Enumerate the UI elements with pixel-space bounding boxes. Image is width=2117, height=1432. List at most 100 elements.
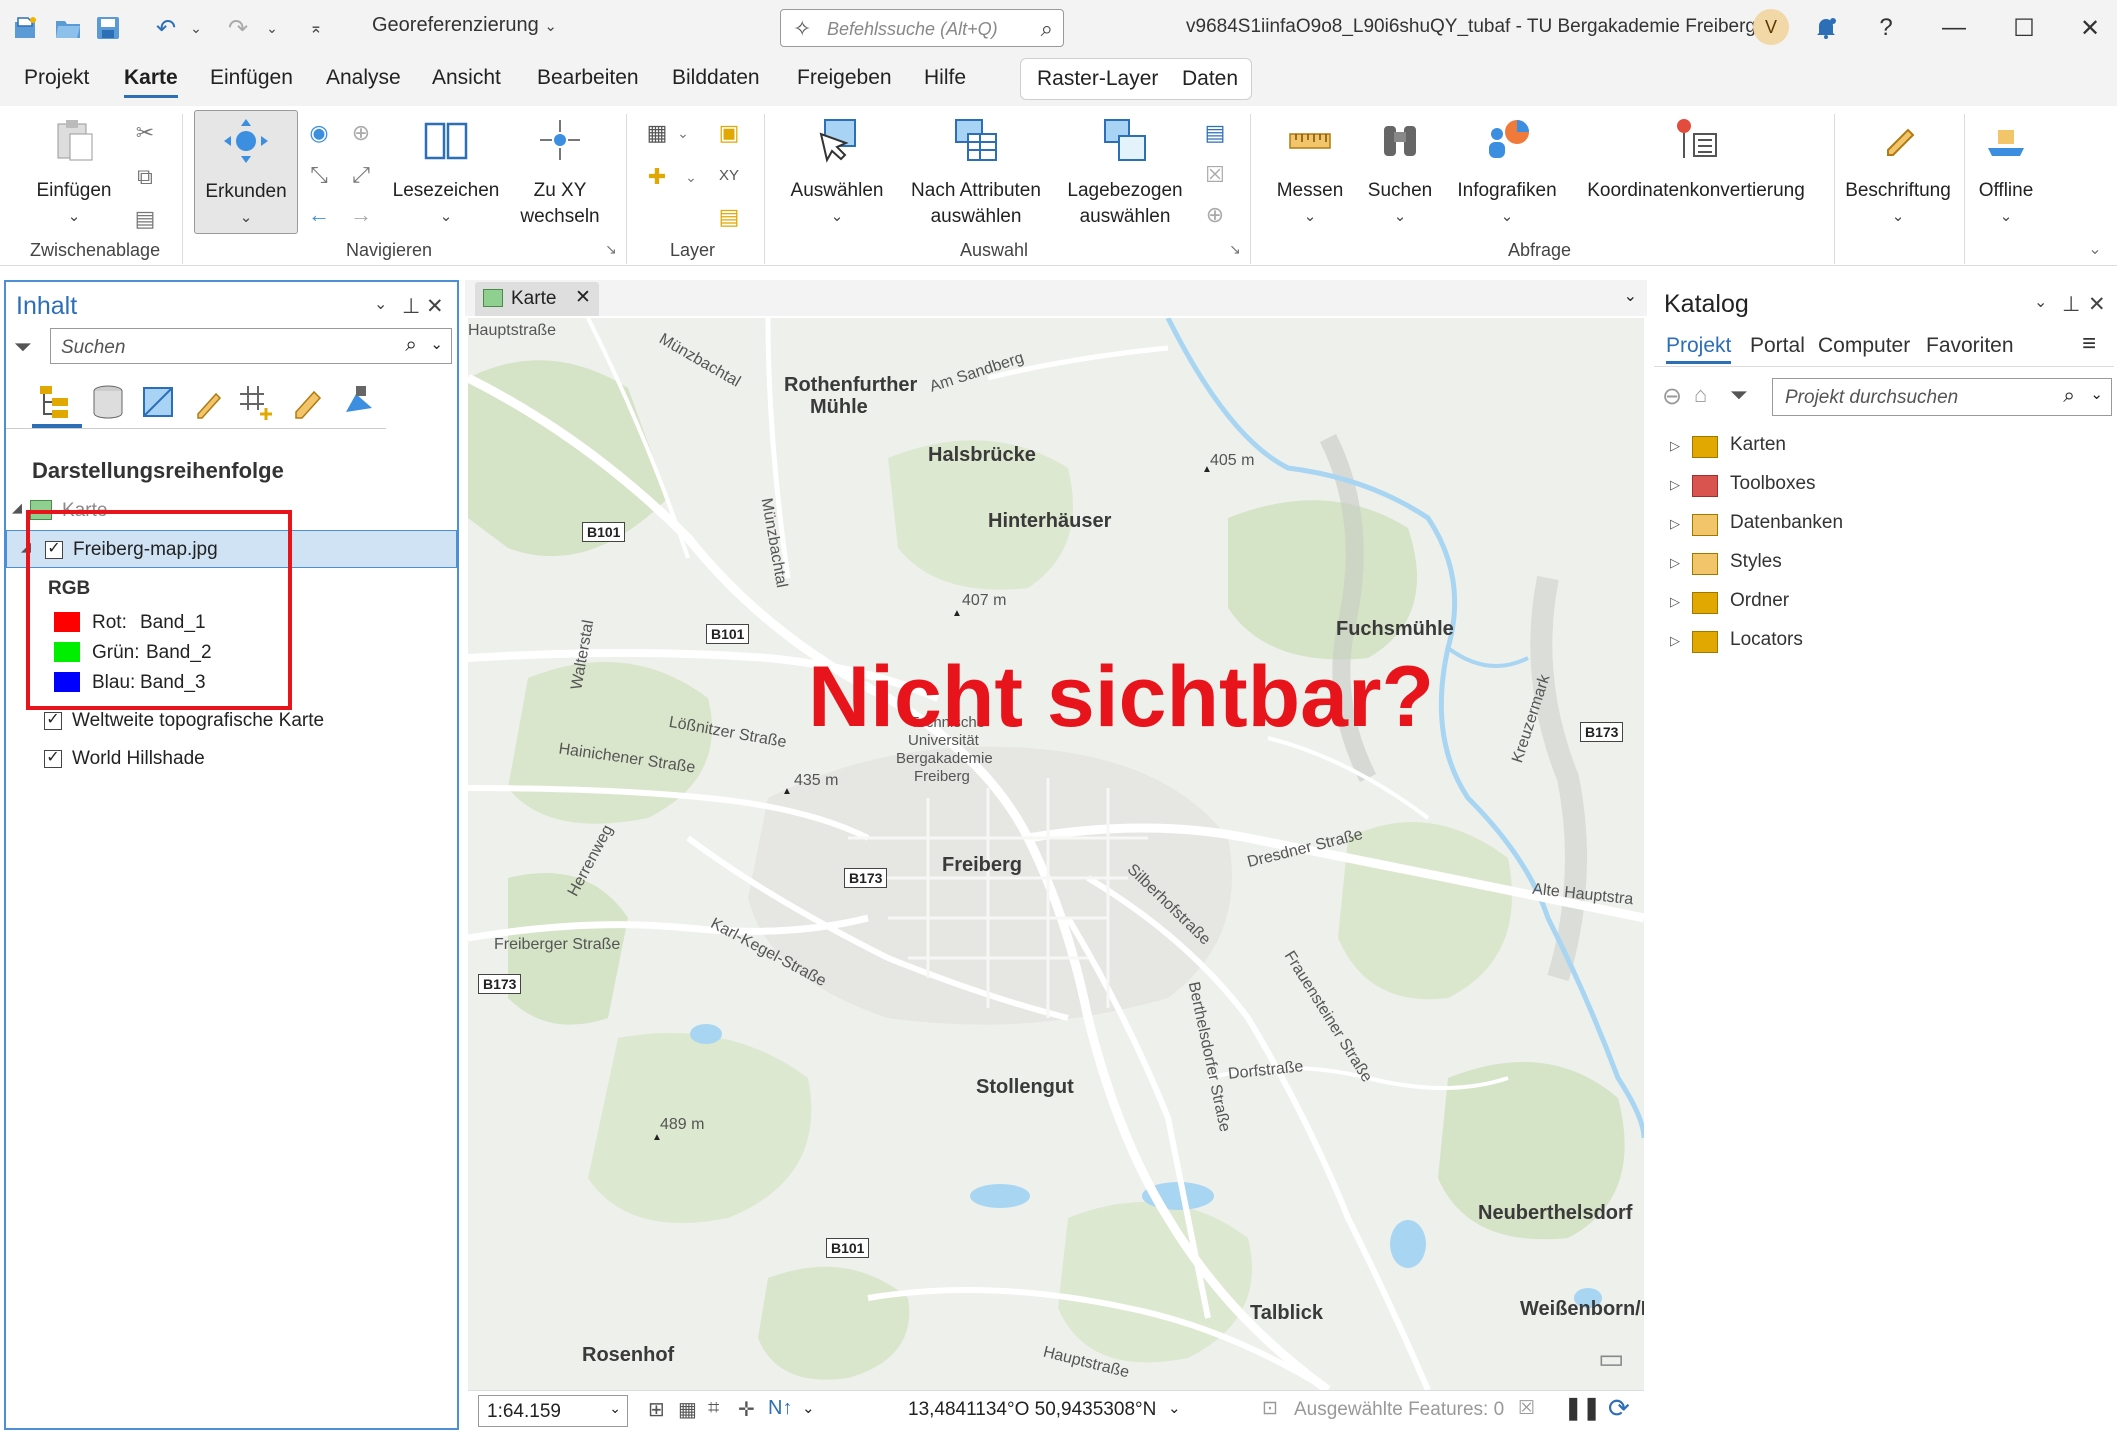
catalog-search-input[interactable]: Projekt durchsuchen ⌕ ⌄ [1772, 378, 2112, 416]
snapping-icon[interactable]: ✛ [738, 1397, 755, 1422]
full-extent-icon[interactable]: ◉ [304, 118, 334, 148]
tab-raster-layer[interactable]: Raster-Layer [1037, 67, 1158, 91]
catalog-tab-portal[interactable]: Portal [1750, 334, 1805, 358]
undo-icon[interactable]: ↶ [150, 12, 182, 44]
pane-menu-chevron-icon[interactable]: ⌄ [2034, 292, 2047, 312]
zoom-out-fixed-icon[interactable]: ⤢ [346, 160, 376, 190]
chevron-down-icon[interactable]: ⌄ [1168, 1399, 1181, 1417]
tab-daten[interactable]: Daten [1182, 67, 1238, 91]
scale-select[interactable]: 1:64.159 ⌄ [478, 1395, 628, 1427]
fixed-zoom-icon[interactable]: ⊕ [346, 118, 376, 148]
list-by-editing-icon[interactable] [188, 382, 230, 422]
table-icon[interactable]: ▦ [678, 1397, 697, 1422]
filter-icon[interactable]: ⏷ [1730, 382, 1748, 408]
expand-triangle-icon[interactable]: ▷ [1670, 438, 1680, 454]
paste-button[interactable]: Einfügen ⌄ [34, 116, 114, 230]
new-project-icon[interactable] [10, 12, 42, 44]
next-extent-icon[interactable]: → [346, 200, 376, 230]
zoom-in-fixed-icon[interactable]: ⤡ [304, 160, 334, 190]
list-by-snapping-icon[interactable] [236, 382, 278, 422]
expand-triangle-icon[interactable]: ▷ [1670, 516, 1680, 532]
clear-selection-icon[interactable]: ☒ [1518, 1397, 1535, 1420]
attribution-icon[interactable]: ▭ [1598, 1342, 1624, 1375]
previous-extent-icon[interactable]: ← [304, 200, 334, 230]
refresh-icon[interactable]: ⟳ [1608, 1393, 1630, 1424]
constraints-icon[interactable]: ⌗ [708, 1397, 719, 1420]
zoom-to-selection-icon[interactable]: ⊕ [1200, 200, 1230, 230]
tree-row-layer-hillshade[interactable]: ✓ World Hillshade [6, 740, 457, 778]
chevron-down-icon[interactable]: ⌄ [676, 162, 706, 192]
expand-triangle-icon[interactable]: ▷ [1670, 633, 1680, 649]
home-icon[interactable]: ⌂ [1694, 382, 1707, 408]
tab-karte[interactable]: Karte [124, 66, 178, 98]
back-icon[interactable]: ⊖ [1662, 382, 1682, 411]
project-dropdown[interactable]: Georeferenzierung ⌄ [372, 14, 557, 37]
list-by-drawing-order-icon[interactable] [34, 382, 76, 422]
save-project-icon[interactable] [92, 12, 124, 44]
chevron-down-icon[interactable]: ⌄ [802, 1399, 815, 1417]
list-by-labeling-icon[interactable] [288, 382, 330, 422]
list-by-source-icon[interactable] [88, 382, 130, 422]
close-window-icon[interactable]: ✕ [2070, 10, 2110, 46]
filter-icon[interactable]: ⏷ [14, 334, 32, 360]
labeling-button[interactable]: Beschriftung ⌄ [1842, 116, 1954, 230]
close-tab-icon[interactable]: ✕ [575, 286, 591, 309]
add-preset-icon[interactable]: ▣ [714, 118, 744, 148]
tab-hilfe[interactable]: Hilfe [924, 66, 966, 90]
pane-menu-chevron-icon[interactable]: ⌄ [374, 294, 387, 314]
cut-icon[interactable]: ✂ [130, 118, 160, 148]
select-button[interactable]: Auswählen ⌄ [784, 116, 890, 230]
add-data-icon[interactable]: ✚ [642, 162, 672, 192]
copy-icon[interactable]: ⧉ [130, 162, 160, 192]
select-by-attributes-button[interactable]: Nach Attributen auswählen [902, 116, 1050, 230]
close-pane-icon[interactable]: ✕ [426, 294, 444, 319]
bookmarks-button[interactable]: Lesezeichen ⌄ [392, 116, 500, 230]
expand-triangle-icon[interactable]: ▷ [1670, 555, 1680, 571]
dialog-launcher-icon[interactable]: ↘ [596, 234, 626, 264]
tab-bilddaten[interactable]: Bilddaten [672, 66, 760, 90]
pin-icon[interactable]: ⊥ [402, 294, 420, 319]
locate-button[interactable]: Suchen ⌄ [1360, 116, 1440, 230]
tab-freigeben[interactable]: Freigeben [797, 66, 892, 90]
north-arrow-icon[interactable]: N↑ [768, 1397, 792, 1420]
tab-einfuegen[interactable]: Einfügen [210, 66, 293, 90]
tab-analyse[interactable]: Analyse [326, 66, 401, 90]
chevron-down-icon[interactable]: ⌄ [668, 118, 698, 148]
redo-icon[interactable]: ↷ [222, 12, 254, 44]
infographics-button[interactable]: Infografiken ⌄ [1452, 116, 1562, 230]
dialog-launcher-icon[interactable]: ↘ [1220, 234, 1250, 264]
redo-dropdown-icon[interactable]: ⌄ [256, 12, 288, 44]
catalog-tab-computer[interactable]: Computer [1818, 334, 1910, 358]
go-to-xy-button[interactable]: Zu XY wechseln [514, 116, 606, 230]
maximize-icon[interactable]: ☐ [2004, 10, 2044, 46]
catalog-tab-favoriten[interactable]: Favoriten [1926, 334, 2014, 358]
ribbon-collapse-icon[interactable]: ⌄ [2080, 234, 2110, 264]
help-icon[interactable]: ? [1866, 10, 1906, 46]
tab-bearbeiten[interactable]: Bearbeiten [537, 66, 639, 90]
expand-triangle-icon[interactable]: ▷ [1670, 594, 1680, 610]
expand-triangle-icon[interactable]: ▷ [1670, 477, 1680, 493]
layer-checkbox[interactable]: ✓ [44, 750, 62, 768]
catalog-tab-projekt[interactable]: Projekt [1666, 334, 1732, 364]
copy-path-icon[interactable]: ▤ [130, 204, 160, 234]
undo-dropdown-icon[interactable]: ⌄ [180, 12, 212, 44]
list-by-selection-icon[interactable] [138, 382, 180, 422]
hamburger-menu-icon[interactable]: ≡ [2082, 330, 2096, 358]
open-project-icon[interactable] [52, 12, 84, 44]
tab-map-view[interactable]: Karte ✕ [475, 282, 599, 316]
close-pane-icon[interactable]: ✕ [2088, 292, 2106, 317]
measure-button[interactable]: Messen ⌄ [1268, 116, 1352, 230]
xy-data-icon[interactable]: XY [714, 160, 744, 190]
notification-bell-icon[interactable] [1806, 10, 1846, 46]
customize-toolbar-icon[interactable]: ⌅ [300, 12, 332, 44]
coordinate-conversion-button[interactable]: Koordinatenkonvertierung [1584, 116, 1808, 204]
map-canvas[interactable]: Hauptstraße Münzbachtal Rothenfurther Mü… [468, 318, 1644, 1390]
contents-search-input[interactable]: Suchen ⌕ ⌄ [50, 328, 452, 364]
command-search-input[interactable]: ✧ Befehlssuche (Alt+Q) ⌕ [780, 9, 1064, 47]
tab-projekt[interactable]: Projekt [24, 66, 89, 90]
list-by-perspective-imagery-icon[interactable] [338, 382, 380, 422]
tab-ansicht[interactable]: Ansicht [432, 66, 501, 90]
clear-selection-icon[interactable]: ☒ [1200, 160, 1230, 190]
attributes-icon[interactable]: ▤ [1200, 118, 1230, 148]
avatar[interactable]: V [1753, 9, 1789, 45]
